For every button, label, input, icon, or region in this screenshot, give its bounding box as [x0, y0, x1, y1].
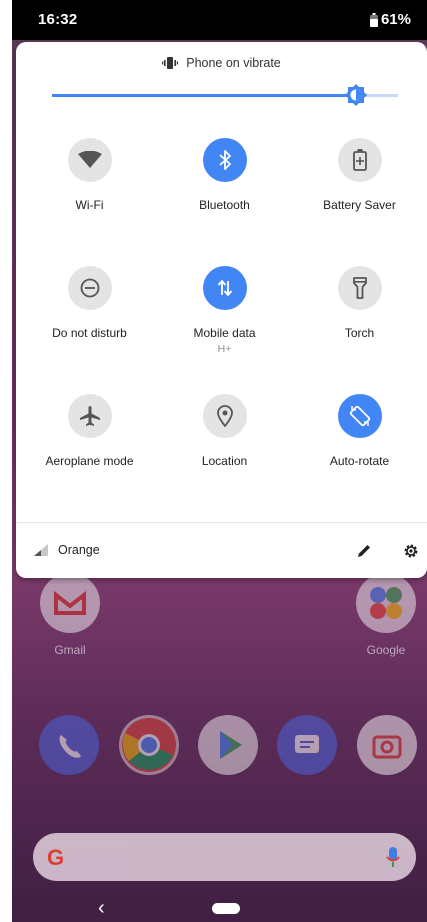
brightness-thumb[interactable] — [345, 84, 367, 111]
tile-label: Auto-rotate — [329, 454, 390, 468]
carrier-name: Orange — [58, 543, 100, 557]
brightness-track-filled — [52, 94, 356, 97]
tile-battery-saver[interactable]: Battery Saver — [291, 138, 427, 212]
tile-label: Location — [201, 454, 248, 468]
tile-do-not-disturb[interactable]: Do not disturb — [21, 266, 158, 340]
mobile-data-icon — [217, 279, 232, 297]
tile-label: Mobile data — [193, 326, 256, 340]
bluetooth-icon — [218, 150, 231, 170]
location-tile-button[interactable] — [202, 394, 247, 438]
aeroplane-mode-tile-button[interactable] — [67, 394, 112, 438]
tile-label: Aeroplane mode — [45, 454, 134, 468]
quick-settings-panel: Phone on vibrate Wi-Fi Bluetooth Battery… — [16, 42, 427, 578]
battery-saver-icon — [352, 149, 367, 171]
play-store-app-icon[interactable] — [198, 715, 258, 775]
messages-app-icon[interactable] — [277, 715, 337, 775]
status-time: 16:32 — [38, 11, 78, 28]
microphone-icon[interactable] — [386, 846, 400, 868]
tile-wifi[interactable]: Wi-Fi — [21, 138, 158, 212]
tile-auto-rotate[interactable]: Auto-rotate — [291, 394, 427, 468]
do-not-disturb-icon — [80, 278, 99, 298]
wifi-tile-button[interactable] — [67, 138, 112, 182]
battery-status: 61% — [369, 11, 411, 28]
pencil-icon — [358, 545, 370, 557]
carrier-info[interactable]: Orange — [34, 543, 100, 557]
gear-icon — [404, 544, 418, 558]
wifi-icon — [77, 151, 102, 168]
tile-location[interactable]: Location — [156, 394, 293, 468]
location-icon — [216, 405, 233, 427]
ringer-status-row[interactable]: Phone on vibrate — [16, 56, 427, 70]
torch-icon — [352, 277, 367, 299]
google-label: Google — [366, 643, 406, 657]
tile-label: Battery Saver — [323, 198, 396, 212]
google-g-icon: G — [47, 845, 65, 870]
tile-label: Wi-Fi — [75, 198, 104, 212]
tile-label: Torch — [344, 326, 375, 340]
gmail-app-icon[interactable] — [40, 573, 100, 633]
airplane-icon — [79, 406, 100, 426]
brightness-slider[interactable] — [52, 84, 398, 106]
tile-torch[interactable]: Torch — [291, 266, 427, 340]
bluetooth-tile-button[interactable] — [202, 138, 247, 182]
torch-tile-button[interactable] — [337, 266, 382, 310]
battery-saver-tile-button[interactable] — [337, 138, 382, 182]
do-not-disturb-tile-button[interactable] — [67, 266, 112, 310]
mobile-data-network-type: H+ — [217, 343, 232, 355]
panel-divider — [16, 522, 427, 523]
battery-icon — [369, 12, 378, 27]
tile-label: Bluetooth — [199, 198, 250, 212]
settings-button[interactable] — [400, 540, 422, 562]
back-button[interactable]: ‹ — [98, 898, 105, 918]
battery-percent: 61% — [380, 11, 411, 28]
edit-tiles-button[interactable] — [353, 540, 375, 562]
status-bar: 16:32 61% — [12, 0, 427, 40]
google-search-bar[interactable]: G — [33, 833, 416, 881]
tile-aeroplane-mode[interactable]: Aeroplane mode — [21, 394, 158, 468]
phone-app-icon[interactable] — [39, 715, 99, 775]
auto-rotate-tile-button[interactable] — [337, 394, 382, 438]
gmail-label: Gmail — [54, 643, 86, 657]
mobile-data-tile-button[interactable] — [202, 266, 247, 310]
chrome-app-icon[interactable] — [119, 715, 179, 775]
phone-screen: Gmail Google G ‹ 16:32 61% Phone on vibr… — [12, 0, 427, 922]
auto-rotate-icon — [349, 405, 370, 427]
brightness-icon — [345, 84, 367, 106]
camera-app-icon[interactable] — [357, 715, 417, 775]
vibrate-icon — [162, 57, 179, 69]
tile-mobile-data[interactable]: Mobile data H+ — [156, 266, 293, 355]
ringer-status-text: Phone on vibrate — [186, 56, 281, 70]
tile-bluetooth[interactable]: Bluetooth — [156, 138, 293, 212]
signal-strength-icon — [34, 544, 48, 556]
home-button[interactable] — [212, 903, 240, 914]
tile-label: Do not disturb — [52, 326, 127, 340]
google-folder-icon[interactable] — [356, 573, 416, 633]
